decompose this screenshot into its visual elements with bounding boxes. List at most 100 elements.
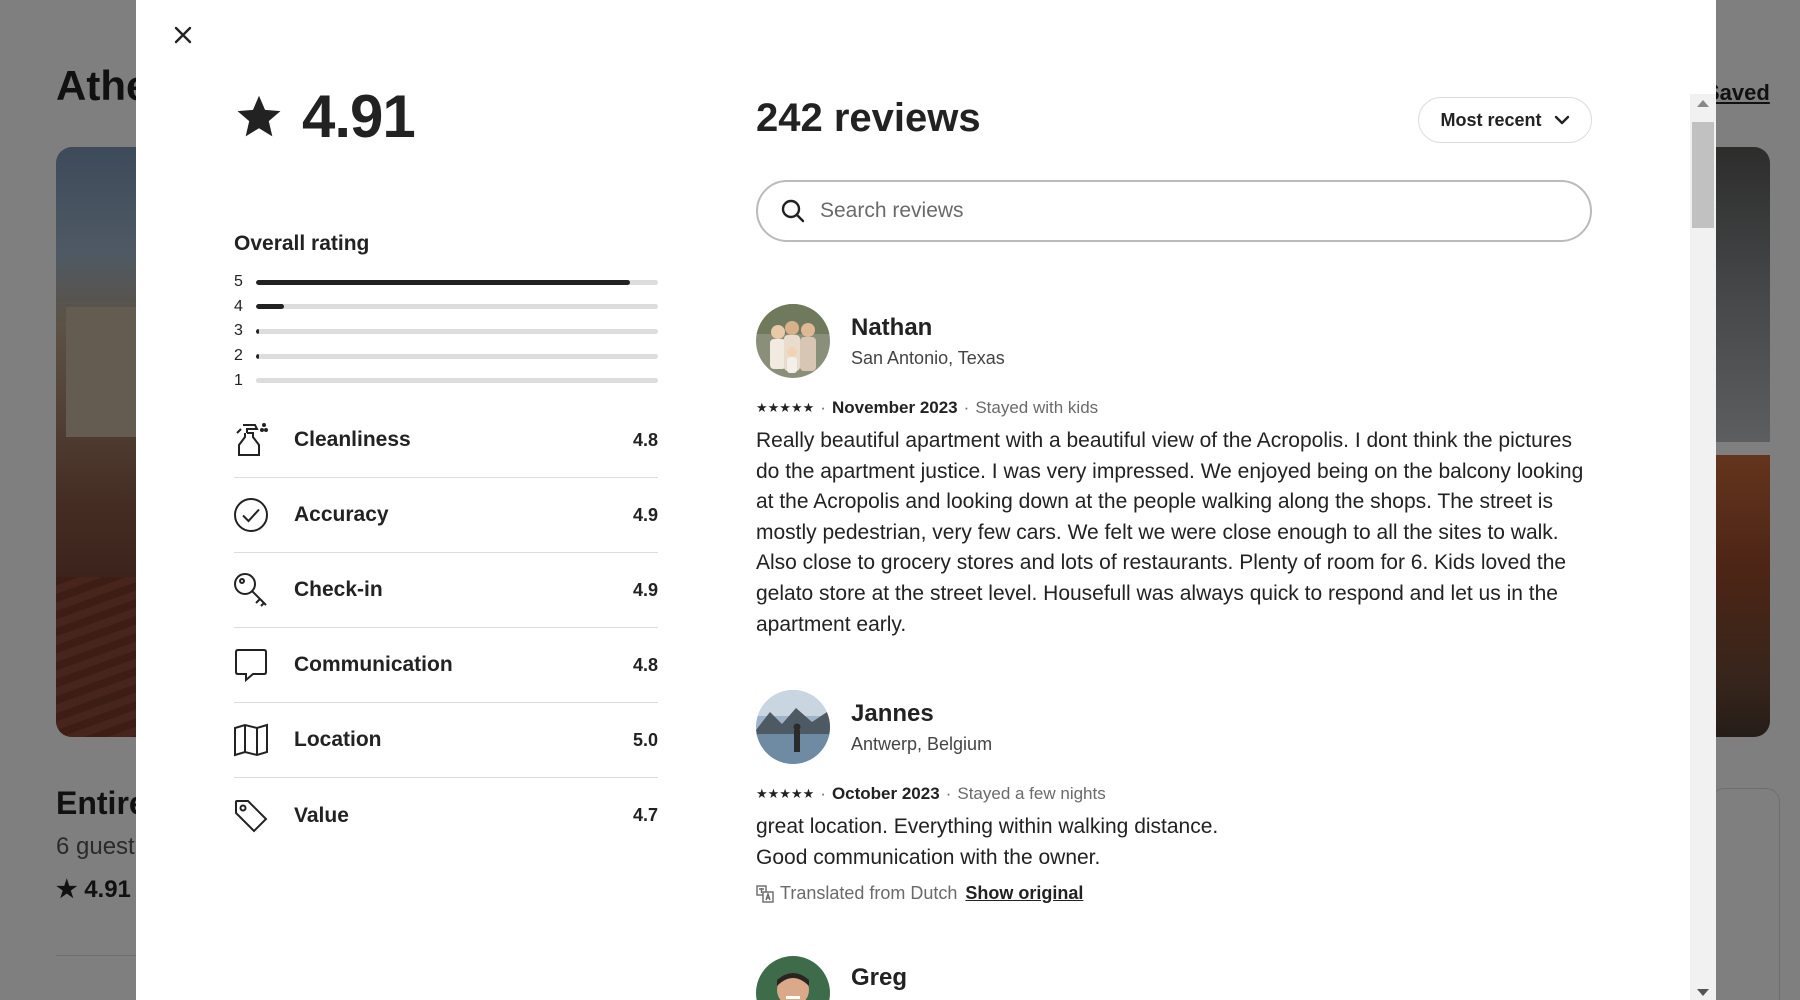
category-name: Accuracy — [294, 503, 389, 526]
category-score: 5.0 — [632, 729, 658, 750]
review-header: Greg — [756, 956, 1592, 1000]
rating-distribution: 5 4 3 2 1 — [234, 270, 658, 393]
avatar[interactable] — [756, 690, 830, 764]
rating-distribution-row: 4 — [234, 295, 658, 320]
review-stars: ★★★★★ — [756, 786, 815, 801]
chevron-down-icon — [1554, 115, 1569, 125]
category-location: Location 5.0 — [234, 703, 658, 778]
reviewer-info: Jannes Antwerp, Belgium — [851, 700, 992, 755]
key-icon — [232, 571, 270, 609]
translation-note: Translated from Dutch Show original — [756, 883, 1592, 904]
category-score: 4.7 — [632, 805, 658, 825]
distribution-bar — [256, 353, 658, 359]
map-icon — [232, 721, 270, 759]
reviewer-info: Nathan San Antonio, Texas — [851, 314, 1005, 369]
sort-dropdown[interactable]: Most recent — [1418, 97, 1592, 143]
reviews-count: 242 reviews — [756, 96, 981, 140]
review-date: November 2023 — [831, 398, 958, 417]
review-header: Nathan San Antonio, Texas — [756, 304, 1592, 378]
review-text-line: great location. Everything within walkin… — [756, 815, 1219, 838]
review-meta: ★★★★★ · October 2023 · Stayed a few nigh… — [756, 784, 1592, 804]
star-icon — [237, 95, 281, 136]
scroll-down-arrow-icon[interactable] — [1697, 989, 1709, 996]
modal-scrollbar[interactable] — [1690, 94, 1716, 1000]
avatar[interactable] — [756, 304, 830, 378]
tag-icon — [232, 797, 270, 835]
category-score: 4.8 — [632, 429, 658, 450]
translate-icon — [756, 884, 774, 903]
rating-distribution-row: 3 — [234, 319, 658, 344]
rating-distribution-row: 5 — [234, 270, 658, 295]
close-icon — [174, 26, 192, 44]
reviewer-name: Jannes — [851, 699, 934, 727]
sort-label: Most recent — [1440, 109, 1542, 130]
category-score: 4.9 — [632, 504, 658, 525]
review-text-line: Good communication with the owner. — [756, 845, 1101, 869]
search-icon — [781, 199, 805, 223]
rating-distribution-row: 1 — [234, 368, 658, 393]
show-original-link[interactable]: Show original — [965, 883, 1083, 904]
category-ratings: Cleanliness 4.8 Accuracy 4.9 Check-in 4.… — [234, 403, 658, 853]
review-item: Nathan San Antonio, Texas ★★★★★ · Novemb… — [756, 304, 1592, 640]
avatar[interactable] — [756, 956, 830, 1000]
separator-dot: · — [945, 784, 952, 803]
search-reviews-field[interactable] — [756, 180, 1592, 242]
reviews-modal: 4.91 Overall rating 5 4 3 2 1 Cleanlines… — [136, 0, 1716, 1000]
distribution-bar-fill — [256, 279, 630, 285]
distribution-star-label: 1 — [234, 371, 243, 389]
review-header: Jannes Antwerp, Belgium — [756, 690, 1592, 764]
distribution-star-label: 2 — [234, 347, 243, 365]
distribution-bar-fill — [256, 328, 260, 334]
category-name: Check-in — [294, 578, 383, 601]
distribution-bar — [256, 378, 658, 384]
category-name: Communication — [294, 653, 453, 676]
translated-label: Translated from Dutch — [780, 883, 958, 904]
check-circle-icon — [232, 496, 270, 534]
review-stars: ★★★★★ — [756, 400, 815, 415]
spray-bottle-icon — [232, 421, 270, 459]
reviewer-name: Nathan — [851, 313, 933, 341]
category-score: 4.8 — [632, 654, 658, 675]
reviewer-location: San Antonio, Texas — [851, 347, 1005, 368]
search-input[interactable] — [820, 199, 1540, 223]
category-communication: Communication 4.8 — [234, 628, 658, 703]
distribution-star-label: 4 — [234, 297, 243, 315]
reviewer-name: Greg — [851, 964, 908, 991]
category-name: Cleanliness — [294, 428, 411, 451]
overall-rating-value: 4.91 — [302, 83, 416, 150]
separator-dot: · — [820, 784, 826, 803]
review-text: great location. Everything within walkin… — [756, 812, 1592, 873]
review-date: October 2023 — [831, 784, 940, 803]
distribution-bar-fill — [256, 353, 260, 359]
distribution-star-label: 3 — [234, 322, 243, 340]
distribution-star-label: 5 — [234, 273, 243, 291]
overall-rating: 4.91 — [234, 82, 416, 151]
rating-distribution-row: 2 — [234, 344, 658, 369]
category-accuracy: Accuracy 4.9 — [234, 478, 658, 553]
distribution-bar — [256, 328, 658, 334]
review-item: Greg — [756, 956, 1592, 1000]
overall-rating-label: Overall rating — [234, 232, 370, 255]
distribution-bar — [256, 279, 658, 285]
review-meta: ★★★★★ · November 2023 · Stayed with kids — [756, 398, 1592, 418]
reviewer-info: Greg — [851, 964, 907, 992]
distribution-bar-fill — [256, 304, 285, 310]
chat-bubble-icon — [232, 646, 270, 684]
separator-dot: · — [963, 398, 970, 417]
review-stay-type: Stayed a few nights — [957, 784, 1106, 803]
category-value: Value 4.7 — [234, 778, 658, 853]
category-name: Location — [294, 728, 382, 751]
review-text: Really beautiful apartment with a beauti… — [756, 429, 1584, 636]
reviewer-location: Antwerp, Belgium — [851, 733, 993, 754]
close-button[interactable] — [166, 18, 200, 52]
review-item: Jannes Antwerp, Belgium ★★★★★ · October … — [756, 690, 1592, 904]
separator-dot: · — [820, 398, 826, 417]
scroll-thumb[interactable] — [1692, 122, 1714, 228]
scroll-up-arrow-icon[interactable] — [1697, 100, 1709, 107]
category-check-in: Check-in 4.9 — [234, 553, 658, 628]
category-name: Value — [294, 803, 349, 827]
category-score: 4.9 — [632, 579, 658, 600]
distribution-bar — [256, 304, 658, 310]
review-stay-type: Stayed with kids — [975, 398, 1099, 417]
category-cleanliness: Cleanliness 4.8 — [234, 403, 658, 478]
